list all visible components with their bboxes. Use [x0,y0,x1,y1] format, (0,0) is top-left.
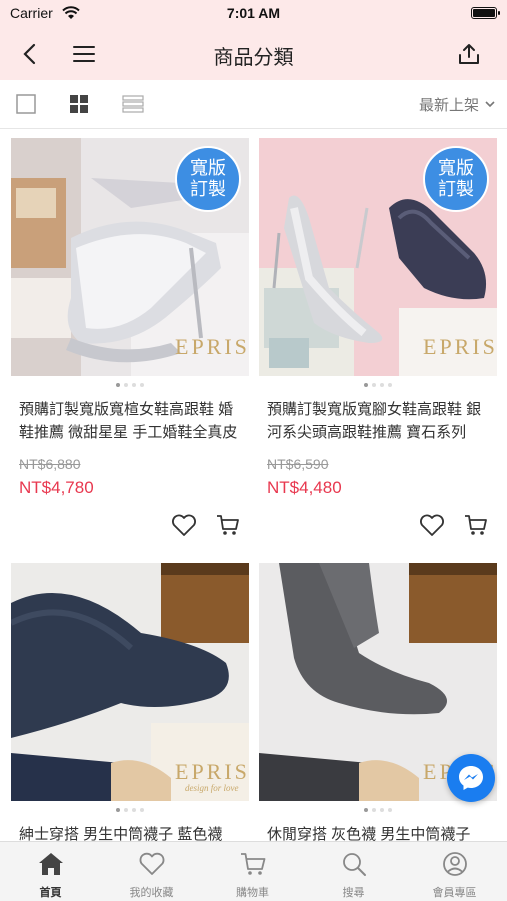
original-price: NT$6,590 [267,456,329,472]
grid-view-icon [70,95,88,113]
image-pager [259,383,497,387]
tab-favorites[interactable]: 我的收藏 [101,842,202,901]
product-image[interactable]: 寬版 訂製 EPRIS [259,138,497,376]
tab-member[interactable]: 會員專區 [404,842,505,901]
cart-icon [465,515,487,535]
home-icon [38,853,63,875]
sale-price: NT$4,780 [19,478,94,497]
brand-watermark: EPRIS [175,759,249,784]
page-title: 商品分類 [213,47,294,69]
chevron-down-icon [485,101,495,108]
image-pager [11,383,249,387]
favorite-button[interactable] [419,513,445,542]
clock: 7:01 AM [226,5,281,21]
list-view-icon [122,95,144,113]
tab-home[interactable]: 首頁 [0,842,101,901]
add-to-cart-button[interactable] [215,513,241,542]
product-image[interactable]: 寬版 訂製 EPRIS [11,138,249,376]
wide-custom-badge: 寬版 訂製 [423,146,489,212]
product-name[interactable]: 預購訂製寬版寬腳女鞋高跟鞋 銀河系尖頭高跟鞋推薦 寶石系列 [267,398,491,444]
view-toolbar: 最新上架 [0,80,507,129]
sort-label: 最新上架 [418,97,479,114]
brand-watermark: EPRIS [423,334,497,359]
image-pager [11,808,249,812]
single-view-icon [16,94,36,114]
product-name[interactable]: 預購訂製寬版寬楦女鞋高跟鞋 婚鞋推薦 微甜星星 手工婚鞋全真皮 [19,398,243,444]
heart-icon [172,514,196,536]
brand-tagline: design for love [185,783,239,793]
add-to-cart-button[interactable] [463,513,489,542]
single-view-button[interactable] [14,92,38,116]
bottom-tab-bar: 首頁 我的收藏 購物車 搜尋 會員專區 [0,841,507,901]
sale-price: NT$4,480 [267,478,342,497]
sort-dropdown[interactable]: 最新上架 [419,94,495,115]
grid-view-button[interactable] [67,92,91,116]
brand-watermark: EPRIS [175,334,249,359]
tab-cart[interactable]: 購物車 [202,842,303,901]
cart-icon [217,515,239,535]
heart-icon [420,514,444,536]
heart-icon [139,852,164,875]
messenger-chat-button[interactable] [447,754,495,802]
image-pager [259,808,497,812]
messenger-icon [459,766,483,790]
original-price: NT$6,880 [19,456,81,472]
wide-custom-badge: 寬版 訂製 [175,146,241,212]
favorite-button[interactable] [171,513,197,542]
search-icon [342,853,366,876]
share-button[interactable] [453,38,485,70]
user-icon [442,852,467,876]
battery-icon [471,7,500,19]
list-view-button[interactable] [121,92,145,116]
cart-icon [240,853,265,875]
status-bar: Carrier 7:01 AM [0,0,507,28]
tab-search[interactable]: 搜尋 [303,842,404,901]
share-icon [459,44,479,64]
product-image[interactable]: EPRIS design for love [11,563,249,801]
nav-bar: 商品分類 [0,28,507,80]
